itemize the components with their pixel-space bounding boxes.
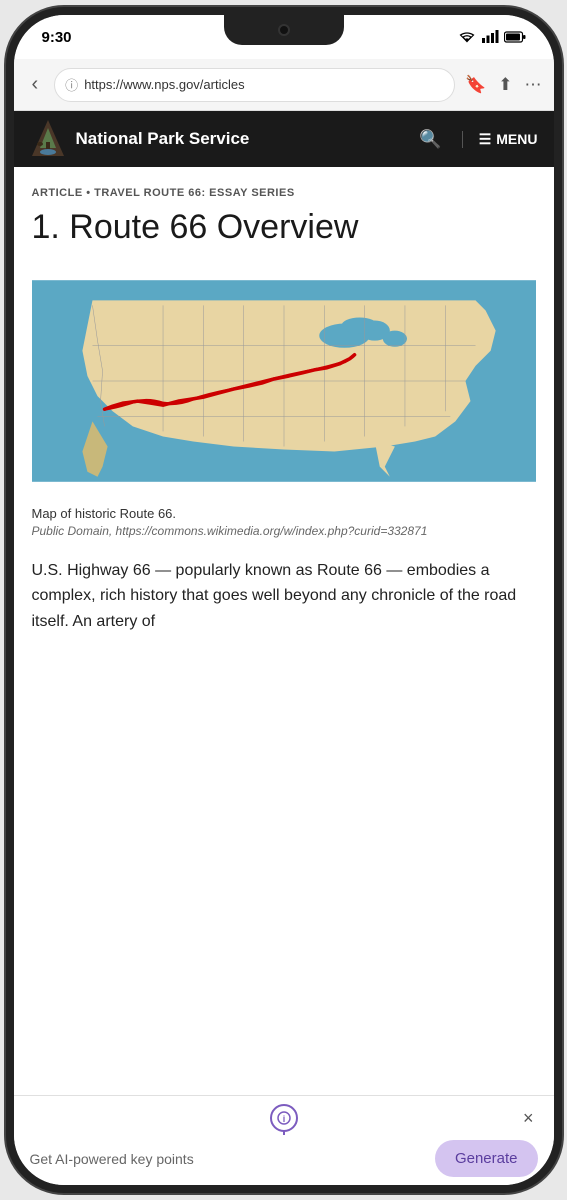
browser-bar: ‹ ⓘ https://www.nps.gov/articles 🔖 ⬆ ⋯ [14,59,554,111]
ai-bar-top: i × [14,1096,554,1136]
svg-text:i: i [282,1114,285,1124]
wifi-icon [458,30,476,44]
map-caption: Map of historic Route 66. [32,506,536,521]
camera-notch [224,15,344,45]
nps-arrowhead-icon [30,118,66,160]
browser-actions: 🔖 ⬆ ⋯ [465,75,541,95]
ai-sparkle-icon: i [277,1111,291,1125]
article-title: 1. Route 66 Overview [32,207,536,248]
status-time: 9:30 [42,29,72,46]
bookmark-icon[interactable]: 🔖 [465,75,486,95]
ai-generate-button[interactable]: Generate [435,1140,538,1177]
ai-close-button[interactable]: × [523,1109,534,1127]
nps-search-icon[interactable]: 🔍 [419,129,441,150]
ai-label: Get AI-powered key points [30,1151,194,1167]
url-text: https://www.nps.gov/articles [84,77,444,92]
nps-nav-right: 🔍 ☰ MENU [419,129,537,150]
menu-label: MENU [496,131,537,147]
hamburger-icon: ☰ [479,131,492,148]
more-options-icon[interactable]: ⋯ [525,75,542,95]
nps-menu-button[interactable]: ☰ MENU [462,131,538,148]
article-body: U.S. Highway 66 — popularly known as Rou… [32,558,536,655]
ai-bar-bottom: Get AI-powered key points Generate [14,1136,554,1185]
camera-dot [278,24,290,36]
route66-map-container [32,266,536,496]
battery-icon [504,31,526,43]
nps-title: National Park Service [76,129,250,149]
route66-map [32,266,536,496]
article-content: ARTICLE • TRAVEL ROUTE 66: ESSAY SERIES … [14,167,554,1095]
back-button[interactable]: ‹ [26,69,45,100]
nps-logo-area[interactable]: National Park Service [30,118,250,160]
ai-info-icon: i [270,1104,298,1132]
share-icon[interactable]: ⬆ [498,75,512,95]
nps-navbar: National Park Service 🔍 ☰ MENU [14,111,554,167]
article-category: ARTICLE • TRAVEL ROUTE 66: ESSAY SERIES [32,187,536,199]
url-bar[interactable]: ⓘ https://www.nps.gov/articles [54,68,455,102]
signal-icon [481,30,499,44]
url-info-icon: ⓘ [65,75,78,94]
status-icons [458,30,526,44]
ai-bar: i × Get AI-powered key points Generate [14,1095,554,1185]
map-attribution: Public Domain, https://commons.wikimedia… [32,523,536,540]
